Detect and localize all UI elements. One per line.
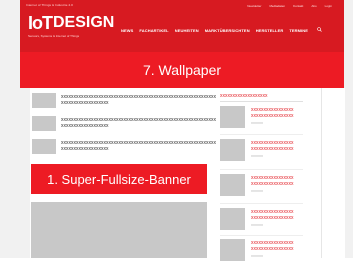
sidebar-item-meta: xxxxxx	[251, 120, 263, 125]
sidebar-item-thumbnail	[220, 139, 245, 161]
right-ad-area	[321, 88, 345, 258]
topbar-link-mediadaten[interactable]: Mediadaten	[269, 4, 285, 8]
sidebar-divider	[220, 101, 303, 102]
topbar-link-abo[interactable]: Abo	[311, 4, 316, 8]
site-logo[interactable]: IoT DESIGN	[28, 14, 114, 32]
article-thumbnail	[32, 93, 56, 108]
nav-item-hersteller[interactable]: HERSTELLER	[256, 28, 284, 33]
topbar-link-kontakt[interactable]: Kontakt	[293, 4, 303, 8]
sidebar-item-title-2: xxxxxxxxxxxxxxxxx	[251, 246, 294, 252]
topbar-tagline: Internet of Things & Industrie 4.0	[26, 3, 73, 7]
sidebar-heading: xxxxxxxxxxxxxxxxxxx	[220, 93, 268, 99]
article-teaser[interactable]: xxxxxxxxxxxxxxxxxxxxxxxxxxxxxxxxxxxxxxxx…	[32, 93, 216, 110]
sidebar-item[interactable]: xxxxxxxxxxxxxxxxx xxxxxxxxxxxxxxxxx xxxx…	[220, 106, 310, 136]
sidebar-item-meta: xxxxxx	[251, 153, 263, 158]
sidebar-item[interactable]: xxxxxxxxxxxxxxxxx xxxxxxxxxxxxxxxxx xxxx…	[220, 139, 310, 169]
topbar-link-login[interactable]: Login	[325, 4, 332, 8]
sidebar-item-meta: xxxxxx	[251, 188, 263, 193]
sidebar-separator	[220, 235, 303, 236]
wallpaper-ad-slot: 7. Wallpaper	[20, 52, 344, 88]
sidebar-item-thumbnail	[220, 106, 245, 128]
sidebar-item[interactable]: xxxxxxxxxxxxxxxxx xxxxxxxxxxxxxxxxx xxxx…	[220, 174, 310, 204]
article-teaser[interactable]: xxxxxxxxxxxxxxxxxxxxxxxxxxxxxxxxxxxxxxxx…	[32, 116, 216, 133]
main-nav: NEWS FACHARTIKEL NEUHEITEN MARKTÜBERSICH…	[121, 28, 308, 33]
article-title: xxxxxxxxxxxxxxxxxxxxxxxxxxxxxxxxxxxxxxxx…	[61, 94, 216, 106]
nav-item-neuheiten[interactable]: NEUHEITEN	[175, 28, 199, 33]
article-teaser[interactable]: xxxxxxxxxxxxxxxxxxxxxxxxxxxxxxxxxxxxxxxx…	[32, 139, 216, 156]
sidebar-item-thumbnail	[220, 174, 245, 196]
content-left-gutter	[20, 88, 30, 258]
sidebar-item-title-2: xxxxxxxxxxxxxxxxx	[251, 215, 294, 221]
article-title: xxxxxxxxxxxxxxxxxxxxxxxxxxxxxxxxxxxxxxxx…	[61, 140, 216, 152]
nav-item-termine[interactable]: TERMINE	[289, 28, 308, 33]
logo-text: DESIGN	[53, 14, 115, 31]
sidebar-item-title-2: xxxxxxxxxxxxxxxxx	[251, 146, 294, 152]
nav-item-news[interactable]: NEWS	[121, 28, 133, 33]
article-thumbnail	[32, 139, 56, 154]
wallpaper-label: 7. Wallpaper	[142, 62, 222, 78]
nav-item-fachartikel[interactable]: FACHARTIKEL	[139, 28, 168, 33]
sidebar-item-title-2: xxxxxxxxxxxxxxxxx	[251, 113, 294, 119]
sidebar-separator	[220, 203, 303, 204]
sidebar-item-meta: xxxxxx	[251, 222, 263, 227]
nav-item-marktuebersichten[interactable]: MARKTÜBERSICHTEN	[205, 28, 250, 33]
site-header: Internet of Things & Industrie 4.0 Newsl…	[20, 0, 344, 52]
topbar-links: Newsletter Mediadaten Kontakt Abo Login	[247, 4, 332, 8]
banner-ad-label: 1. Super-Fullsize-Banner	[31, 164, 207, 194]
sidebar-separator	[220, 169, 303, 170]
logo-mark: IoT	[28, 13, 53, 33]
sidebar-item[interactable]: xxxxxxxxxxxxxxxxx xxxxxxxxxxxxxxxxx xxxx…	[220, 208, 310, 238]
banner-ad-slot	[31, 202, 207, 258]
article-thumbnail	[32, 116, 56, 131]
sidebar-item-meta: xxxxxx	[251, 253, 263, 258]
search-icon[interactable]	[317, 27, 322, 32]
sidebar-item-thumbnail	[220, 208, 245, 230]
sidebar-item-title-2: xxxxxxxxxxxxxxxxx	[251, 181, 294, 187]
sidebar-item[interactable]: xxxxxxxxxxxxxxxxx xxxxxxxxxxxxxxxxx xxxx…	[220, 239, 310, 269]
logo-subtitle: Sensors, Systems & Internet of Things	[28, 34, 80, 38]
sidebar-separator	[220, 134, 303, 135]
banner-label-text: 1. Super-Fullsize-Banner	[47, 171, 191, 187]
article-title: xxxxxxxxxxxxxxxxxxxxxxxxxxxxxxxxxxxxxxxx…	[61, 117, 216, 129]
topbar-link-newsletter[interactable]: Newsletter	[247, 4, 261, 8]
